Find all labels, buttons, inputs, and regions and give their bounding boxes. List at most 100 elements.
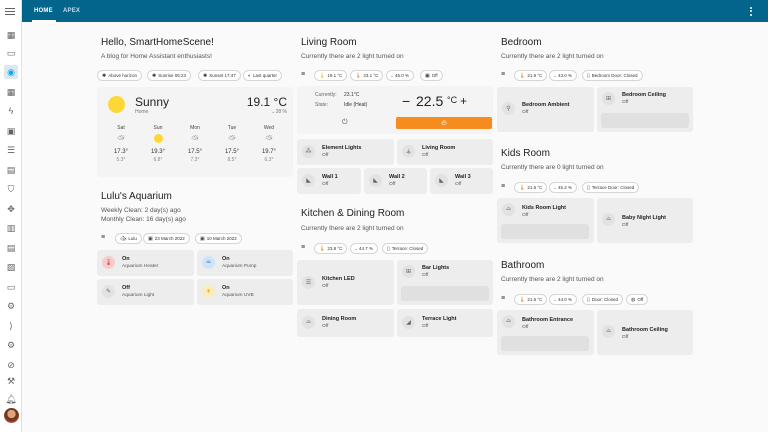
network-icon[interactable]: ✥	[4, 202, 18, 216]
bathroom-title: Bathroom	[501, 260, 545, 271]
temperature-chip[interactable]: 🌡︎ 23.1 °C	[350, 70, 384, 81]
date-chip[interactable]: ▣ 10 March 2022	[195, 233, 242, 244]
terrace-light-tile[interactable]: ◢ Terrace Light Off	[397, 309, 493, 337]
humidity-chip[interactable]: 💧︎ 45.0 %	[386, 70, 415, 81]
led-strip-icon: ☰	[302, 276, 315, 289]
bedroom-ambient-tile[interactable]: ⚲ Bedroom Ambient Off	[497, 87, 594, 132]
tab-home[interactable]: HOME	[34, 0, 53, 22]
wall-2-tile[interactable]: ◣ Wall 2 Off	[364, 168, 427, 194]
file-icon[interactable]: ▤	[4, 241, 18, 255]
ceiling-light-icon: ⊞	[602, 92, 615, 105]
aquarium-light-tile[interactable]: ✎ Off Aquarium Light	[97, 279, 194, 305]
account-box-icon[interactable]: ▣	[4, 124, 18, 138]
door-chip[interactable]: ▯ Door: Closed	[582, 294, 624, 305]
chart-box-icon[interactable]: ▤	[4, 163, 18, 177]
switch-chip[interactable]: ◍ Off	[626, 294, 649, 305]
terrace-door-chip[interactable]: ▯ Terrace: Closed	[382, 243, 429, 254]
compass-icon[interactable]: ⊘	[4, 358, 18, 372]
list-icon[interactable]: ☰	[4, 143, 18, 157]
dining-room-tile[interactable]: ⌓ Dining Room Off	[297, 309, 394, 337]
humidity-chip[interactable]: 💧︎ 44.7 %	[350, 243, 379, 254]
menu-icon[interactable]: ≡	[301, 244, 305, 251]
weather-card[interactable]: Sunny Home 19.1 °C 💧︎ 28 % Sat ⛅︎ 17.3° 5.3…	[97, 87, 293, 177]
avatar[interactable]	[4, 408, 19, 423]
grid-icon[interactable]: ▦	[4, 85, 18, 99]
bedroom-ceiling-tile[interactable]: ⊞ Bedroom Ceiling Off	[597, 87, 693, 132]
thermostat-card[interactable]: Currently: 23.1°C State: Idle (Heat) ⏻ −…	[297, 86, 493, 134]
humidity-chip[interactable]: 💧︎ 44.0 %	[549, 294, 578, 305]
pump-icon: ♒︎	[202, 256, 215, 269]
heat-mode-button[interactable]: 🔥︎	[396, 117, 492, 129]
lightning-icon[interactable]: ϟ	[4, 104, 18, 118]
monitor-icon[interactable]: ▭	[4, 46, 18, 60]
ceiling-light-icon: ⌓	[502, 203, 515, 216]
living-room-status: Currently there are 2 light turned on	[301, 53, 404, 60]
hammer-icon[interactable]: ⚒	[4, 374, 18, 388]
living-room-light-tile[interactable]: ⚶ Living Room Off	[397, 139, 493, 165]
sunrise-chip[interactable]: ✺ Sunrise 05:23	[147, 70, 191, 81]
dashboard-icon[interactable]: ▦	[4, 28, 18, 42]
wall-light-icon: ◣	[435, 174, 448, 187]
more-options-icon[interactable]	[746, 4, 756, 18]
home-assistant-icon[interactable]: ◉	[4, 65, 18, 79]
temperature-chip[interactable]: 🌡︎ 23.8 °C	[314, 243, 348, 254]
folder-icon[interactable]: ▭	[4, 280, 18, 294]
cog-box-icon[interactable]: ⚙	[4, 299, 18, 313]
element-lights-tile[interactable]: ⁂ Element Lights Off	[297, 139, 394, 165]
increase-temp-button[interactable]: +	[460, 94, 467, 108]
menu-icon[interactable]	[5, 6, 15, 16]
sunset-chip[interactable]: ✺ Sunset 17:47	[198, 70, 241, 81]
night-light-icon: ⌓	[602, 213, 615, 226]
brightness-slider[interactable]	[601, 113, 689, 128]
moon-phase-chip[interactable]: ◐ Last quarter	[243, 70, 283, 81]
kids-room-light-tile[interactable]: ⌓ Kids Room Light Off	[497, 198, 594, 243]
menu-icon[interactable]: ≡	[101, 234, 105, 241]
graph-icon[interactable]: ▨	[4, 260, 18, 274]
current-temperature: 23.1°C	[344, 92, 360, 98]
kids-room-status: Currently there are 0 light turned on	[501, 164, 604, 171]
aquarium-uvb-tile[interactable]: ☀︎ On Aquarium UVB	[197, 279, 293, 305]
settings-icon[interactable]: ⚙	[4, 338, 18, 352]
menu-icon[interactable]: ≡	[501, 71, 505, 78]
server-icon[interactable]: ▥	[4, 221, 18, 235]
menu-icon[interactable]: ≡	[301, 71, 305, 78]
wall-3-tile[interactable]: ◣ Wall 3 Off	[430, 168, 493, 194]
humidity-chip[interactable]: 💧︎ 43.0 %	[549, 70, 578, 81]
aquarium-heater-tile[interactable]: 🌡︎ On Aquarium Heater	[97, 250, 194, 276]
bathroom-entrance-tile[interactable]: ⌓ Bathroom Entrance Off	[497, 310, 594, 355]
weather-temperature: 19.1 °C	[246, 95, 287, 109]
bathroom-ceiling-tile[interactable]: ⌓ Bathroom Ceiling Off	[597, 310, 693, 355]
wall-1-tile[interactable]: ◣ Wall 1 Off	[297, 168, 361, 194]
baby-night-light-tile[interactable]: ⌓ Baby Night Light Off	[597, 198, 693, 243]
aquarium-pump-tile[interactable]: ♒︎ On Aquarium Pump	[197, 250, 293, 276]
tab-apex[interactable]: APEX	[63, 0, 80, 22]
decrease-temp-button[interactable]: −	[402, 93, 410, 109]
state-label: State:	[315, 102, 329, 108]
temperature-chip[interactable]: 🌡︎ 19.1 °C	[314, 70, 348, 81]
temperature-chip[interactable]: 🌡︎ 21.6 °C	[514, 182, 548, 193]
weather-condition: Sunny	[135, 95, 170, 109]
forecast-day: Wed ⛅︎ 19.7° 6.3°	[254, 125, 284, 163]
shield-icon[interactable]: ⛉	[4, 182, 18, 196]
lulu-chip[interactable]: 🐟︎ Lulu	[115, 233, 142, 244]
menu-icon[interactable]: ≡	[501, 295, 505, 302]
brightness-slider[interactable]	[501, 336, 589, 351]
humidity-chip[interactable]: 💧︎ 45.2 %	[549, 182, 578, 193]
date-chip[interactable]: ▣ 23 March 2022	[143, 233, 190, 244]
brightness-slider[interactable]	[501, 224, 589, 239]
ac-chip[interactable]: ▣ Off	[420, 70, 443, 81]
menu-icon[interactable]: ≡	[501, 183, 505, 190]
temperature-chip[interactable]: 🌡︎ 21.6 °C	[514, 294, 548, 305]
pendant-light-icon: ⊞	[402, 265, 415, 278]
power-icon[interactable]: ⏻	[342, 119, 348, 127]
vscode-icon[interactable]: ⟩	[4, 319, 18, 333]
bar-lights-tile[interactable]: ⊞ Bar Lights Off	[397, 260, 493, 305]
terrace-door-chip[interactable]: ▯ Terrace Door: Closed	[582, 182, 640, 193]
bell-icon[interactable]: 🔔︎	[4, 392, 18, 406]
kitchen-led-tile[interactable]: ☰ Kitchen LED Off	[297, 260, 394, 305]
brightness-slider[interactable]	[401, 286, 489, 301]
sun-horizon-chip[interactable]: ✺ Above horizon	[97, 70, 142, 81]
bedroom-door-chip[interactable]: ▯ Bedroom Door: Closed	[582, 70, 643, 81]
sidebar: ▦ ▭ ◉ ▦ ϟ ▣ ☰ ▤ ⛉ ✥ ▥ ▤ ▨ ▭ ⚙ ⟩ ⚙ ⊘ ⚒ 🔔︎	[0, 0, 22, 432]
temperature-chip[interactable]: 🌡︎ 21.9 °C	[514, 70, 548, 81]
